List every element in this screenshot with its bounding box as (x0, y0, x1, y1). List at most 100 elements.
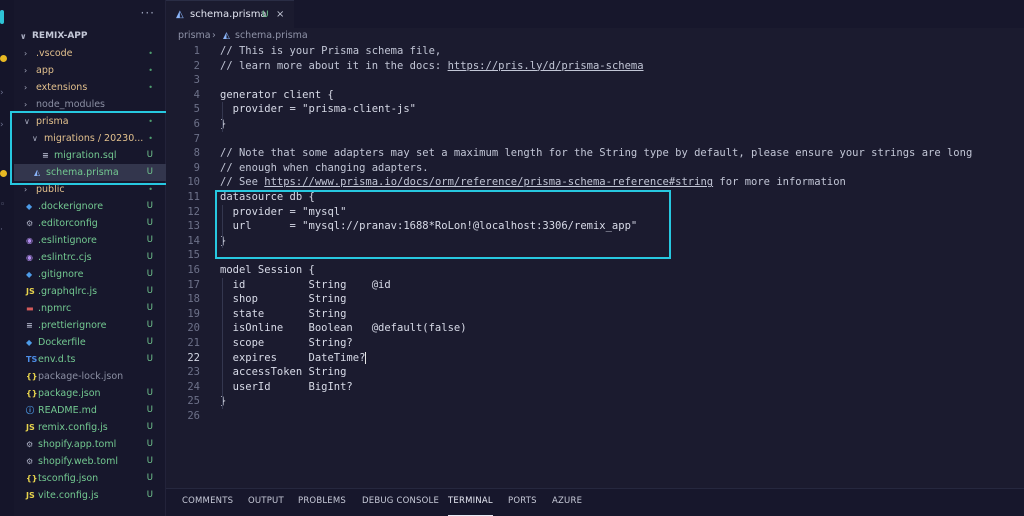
file-item[interactable]: ◆ Dockerfile U (14, 334, 166, 351)
file-item[interactable]: {} package.json U (14, 385, 166, 402)
panel-tab-comments[interactable]: COMMENTS (182, 489, 233, 516)
code-line[interactable]: 24 userId BigInt? (166, 380, 1024, 395)
file-item[interactable]: ▬ .npmrc U (14, 300, 166, 317)
file-item[interactable]: ◆ .dockerignore U (14, 198, 166, 215)
bottom-panel-tabs: COMMENTS OUTPUT PROBLEMS DEBUG CONSOLE TERMI… (166, 488, 1024, 516)
breadcrumb-separator: › (212, 30, 216, 41)
git-status-badge: U (146, 354, 153, 364)
code-text: isOnline Boolean @default(false) (220, 322, 467, 335)
file-item[interactable]: {} tsconfig.json U (14, 470, 166, 487)
file-item[interactable]: ◆ .gitignore U (14, 266, 166, 283)
breadcrumb-folder[interactable]: prisma (178, 28, 211, 44)
file-type-icon: JS (26, 491, 35, 500)
git-status-badge: U (146, 303, 153, 313)
code-line[interactable]: 8 // Note that some adapters may set a ma… (166, 146, 1024, 161)
chevron-right-icon: › (24, 49, 28, 58)
search-icon[interactable] (0, 55, 7, 62)
tab-schema-prisma[interactable]: ◭ schema.prisma U × (166, 0, 294, 28)
code-line[interactable]: 7 (166, 132, 1024, 147)
panel-tab-debug-console[interactable]: DEBUG CONSOLE (362, 489, 439, 516)
file-item[interactable]: ⓘ README.md U (14, 402, 166, 419)
indent-guide (222, 277, 223, 409)
code-text: } (220, 395, 227, 408)
panel-tab-terminal[interactable]: TERMINAL (448, 489, 493, 516)
item-label: .eslintignore (38, 235, 97, 246)
code-line[interactable]: 2 // learn more about it in the docs: htt… (166, 59, 1024, 74)
code-line[interactable]: 5 provider = "prisma-client-js" (166, 102, 1024, 117)
code-line[interactable]: 23 accessToken String (166, 365, 1024, 380)
folder-item[interactable]: › extensions • (14, 79, 166, 96)
project-header[interactable]: ∨ REMIX-APP (14, 28, 165, 45)
git-status-badge: U (146, 235, 153, 245)
code-link[interactable]: https://pris.ly/d/prisma-schema (448, 60, 644, 72)
folder-item[interactable]: › .vscode • (14, 45, 166, 62)
panel-tab-azure[interactable]: AZURE (552, 489, 582, 516)
file-item[interactable]: ⚙ shopify.app.toml U (14, 436, 166, 453)
file-type-icon: ⚙ (26, 457, 34, 466)
git-status-badge: U (146, 456, 153, 466)
file-item[interactable]: ⚙ .editorconfig U (14, 215, 166, 232)
git-status-badge: U (146, 473, 153, 483)
more-actions-icon[interactable]: ··· (141, 6, 155, 20)
git-status-badge: • (148, 49, 153, 58)
file-item[interactable]: JS .graphqlrc.js U (14, 283, 166, 300)
code-line[interactable]: 18 shop String (166, 292, 1024, 307)
code-text: accessToken String (220, 366, 347, 379)
file-type-icon: ⓘ (26, 406, 34, 415)
close-icon[interactable]: × (276, 1, 284, 29)
file-item[interactable]: TS env.d.ts U (14, 351, 166, 368)
file-item[interactable]: JS remix.config.js U (14, 419, 166, 436)
item-label: .vscode (36, 48, 73, 59)
breadcrumb-file[interactable]: schema.prisma (235, 28, 308, 44)
line-number: 21 (187, 337, 200, 349)
panel-tab-ports[interactable]: PORTS (508, 489, 537, 516)
code-line[interactable]: 25} (166, 394, 1024, 409)
file-item[interactable]: ⚙ shopify.web.toml U (14, 453, 166, 470)
code-line[interactable]: 26 (166, 409, 1024, 424)
file-item[interactable]: ◉ .eslintrc.cjs U (14, 249, 166, 266)
tab-label: schema.prisma (190, 9, 267, 20)
code-line[interactable]: 17 id String @id (166, 278, 1024, 293)
extensions-icon[interactable] (0, 170, 7, 177)
item-label: env.d.ts (38, 354, 76, 365)
file-item[interactable]: ◉ .eslintignore U (14, 232, 166, 249)
file-item[interactable]: ≡ .prettierignore U (14, 317, 166, 334)
code-line[interactable]: 16 model Session { (166, 263, 1024, 278)
code-line[interactable]: 20 isOnline Boolean @default(false) (166, 321, 1024, 336)
files-icon[interactable] (0, 10, 4, 24)
file-type-icon: TS (26, 355, 38, 364)
file-item[interactable]: JS vite.config.js U (14, 487, 166, 504)
run-icon[interactable]: › (0, 120, 10, 130)
item-label: .editorconfig (38, 218, 98, 229)
line-number: 12 (187, 205, 200, 218)
file-item[interactable]: {} package-lock.json (14, 368, 166, 385)
source-control-icon[interactable]: › (0, 88, 10, 98)
code-text: // See https://www.prisma.io/docs/orm/re… (220, 176, 846, 189)
item-label: shopify.app.toml (38, 439, 117, 450)
code-line[interactable]: 19 state String (166, 307, 1024, 322)
folder-item[interactable]: › app • (14, 62, 166, 79)
remote-icon[interactable]: ◦ (0, 200, 10, 210)
code-line[interactable]: 21 scope String? (166, 336, 1024, 351)
code-line[interactable]: 1 // This is your Prisma schema file, (166, 44, 1024, 59)
line-number: 13 (187, 220, 200, 233)
code-line[interactable]: 22 expires DateTime? (166, 351, 1024, 366)
code-line[interactable]: 6} (166, 117, 1024, 132)
explorer-toolbar: ··· (14, 0, 165, 28)
prisma-file-icon: ◭ (176, 9, 184, 20)
file-type-icon: ◆ (26, 338, 33, 347)
code-line[interactable]: 4 generator client { (166, 88, 1024, 103)
item-label: .graphqlrc.js (38, 286, 98, 297)
item-label: README.md (38, 405, 97, 416)
code-line[interactable]: 9 // enough when changing adapters. (166, 161, 1024, 176)
accounts-icon[interactable]: · (0, 225, 10, 235)
panel-tab-output[interactable]: OUTPUT (248, 489, 284, 516)
code-line[interactable]: 3 (166, 73, 1024, 88)
line-number: 19 (187, 307, 200, 320)
code-line[interactable]: 10 // See https://www.prisma.io/docs/orm/… (166, 175, 1024, 190)
code-link[interactable]: https://www.prisma.io/docs/orm/reference… (264, 176, 713, 188)
file-type-icon: ⚙ (26, 440, 34, 449)
chevron-right-icon: › (24, 66, 28, 75)
chevron-down-icon: ∨ (20, 32, 27, 41)
panel-tab-problems[interactable]: PROBLEMS (298, 489, 346, 516)
